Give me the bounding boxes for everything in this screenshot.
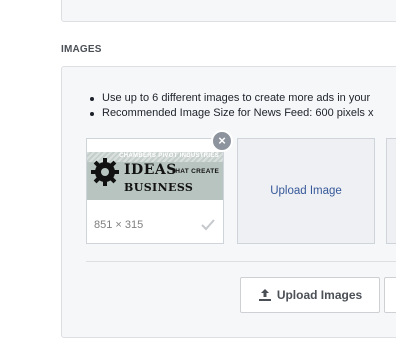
- upload-images-button[interactable]: Upload Images: [240, 277, 380, 313]
- images-panel: Use up to 6 different images to create m…: [61, 66, 396, 338]
- upload-image-label: Upload Image: [270, 185, 342, 197]
- checkmark-icon: [201, 219, 215, 231]
- gear-icon: [91, 158, 119, 186]
- previous-section-panel: [61, 0, 396, 22]
- banner-headline-business: BUSINESS: [124, 181, 194, 194]
- instruction-item: Recommended Image Size for News Feed: 60…: [88, 106, 373, 121]
- instruction-item: Use up to 6 different images to create m…: [88, 91, 373, 106]
- upload-icon: [258, 289, 271, 301]
- secondary-action-button[interactable]: [384, 277, 396, 313]
- image-thumbnail[interactable]: CHAMBERS PIVOT INDUSTRIES IDEAS THAT CRE…: [86, 138, 224, 244]
- image-instructions: Use up to 6 different images to create m…: [88, 91, 373, 121]
- images-section-heading: IMAGES: [61, 44, 102, 55]
- upload-image-slot[interactable]: Upload Image: [237, 138, 375, 244]
- banner-headline: IDEAS: [124, 162, 177, 178]
- remove-image-button[interactable]: ×: [211, 130, 233, 152]
- upload-images-label: Upload Images: [276, 288, 363, 302]
- image-dimensions: 851 × 315: [94, 219, 144, 231]
- banner-brand-text: CHAMBERS PIVOT INDUSTRIES: [119, 153, 219, 159]
- upload-image-slot-next[interactable]: [386, 138, 396, 244]
- banner-subheadline: THAT CREATE: [171, 168, 220, 175]
- divider: [86, 261, 396, 262]
- thumbnail-image: CHAMBERS PIVOT INDUSTRIES IDEAS THAT CRE…: [87, 152, 223, 200]
